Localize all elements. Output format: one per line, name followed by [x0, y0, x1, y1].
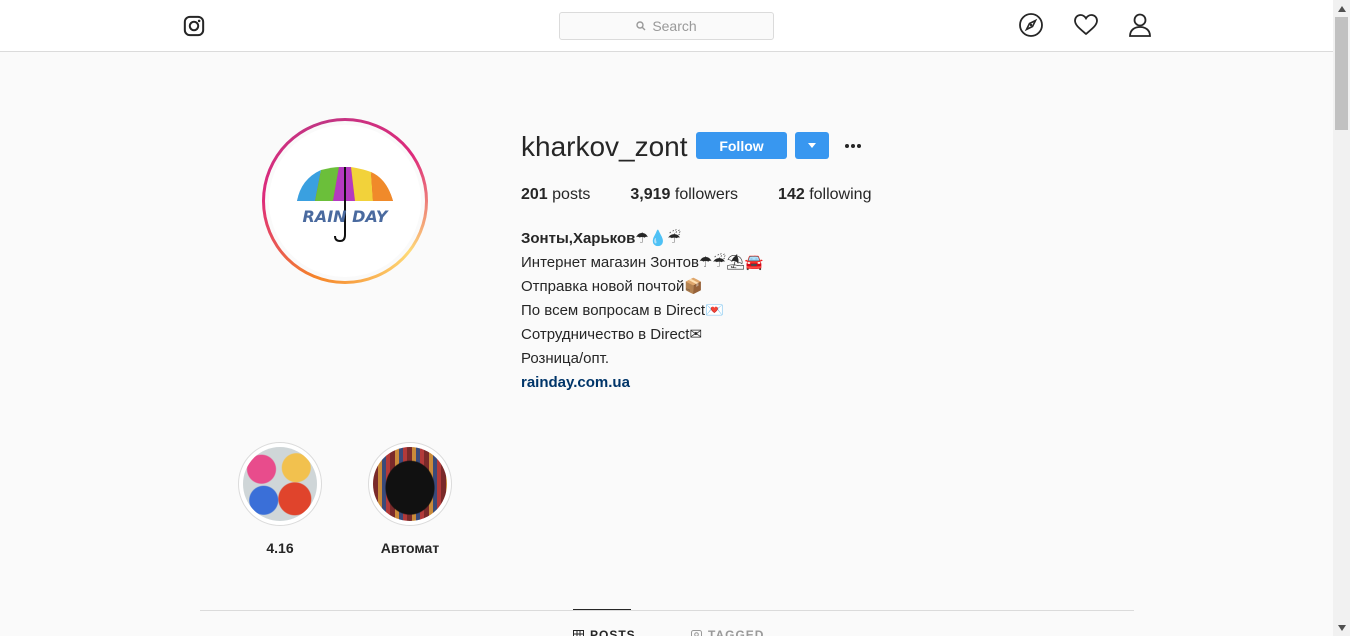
dot-icon: [851, 144, 855, 148]
highlight-label: Автомат: [380, 540, 440, 556]
story-highlight[interactable]: 4.16: [230, 442, 330, 556]
grid-icon: [573, 629, 584, 636]
profile-stats: 201 posts 3,919 followers 142 following: [521, 186, 911, 204]
posts-count: 201 posts: [521, 186, 591, 203]
follow-button[interactable]: Follow: [696, 132, 787, 159]
caret-down-icon: [808, 143, 816, 148]
profile-username: kharkov_zont: [521, 131, 688, 162]
instagram-logo-icon[interactable]: [183, 15, 205, 37]
followers-count[interactable]: 3,919 followers: [630, 186, 738, 204]
bio-line: Сотрудничество в Direct✉: [521, 326, 703, 343]
active-tab-indicator: [573, 609, 631, 610]
tab-tagged-label: TAGGED: [708, 628, 765, 636]
tab-tagged[interactable]: TAGGED: [691, 628, 764, 636]
tagged-user-icon: [691, 629, 702, 636]
bio-line: Розница/опт.: [521, 350, 610, 367]
highlight-cover-black-umbrella: [373, 447, 447, 521]
tab-posts[interactable]: POSTS: [573, 628, 636, 636]
search-icon: [636, 21, 646, 31]
dot-icon: [857, 144, 861, 148]
scroll-up-arrow-icon[interactable]: [1333, 0, 1350, 17]
highlight-cover-umbrellas: [243, 447, 317, 521]
dot-icon: [845, 144, 849, 148]
bio-line: По всем вопросам в Direct💌: [521, 302, 724, 319]
scroll-down-arrow-icon[interactable]: [1333, 619, 1350, 636]
tab-posts-label: POSTS: [590, 628, 636, 636]
highlight-label: 4.16: [266, 540, 294, 556]
profile-avatar[interactable]: RAIN DAY: [262, 118, 428, 284]
search-placeholder: Search: [652, 18, 697, 34]
bio-website-link[interactable]: rainday.com.ua: [521, 371, 764, 395]
suggested-accounts-dropdown-button[interactable]: [795, 132, 829, 159]
search-input[interactable]: Search: [559, 12, 774, 40]
tabs-divider: [200, 610, 1134, 611]
logo-text: RAIN DAY: [302, 207, 388, 226]
top-nav-bar: Search: [0, 0, 1333, 52]
profile-bio: Зонты,Харьков☂💧☔ Интернет магазин Зонтов…: [521, 227, 764, 395]
bio-line: Отправка новой почтой📦: [521, 278, 704, 295]
following-count[interactable]: 142 following: [778, 186, 871, 204]
explore-compass-icon[interactable]: [1018, 12, 1044, 38]
rain-day-logo: RAIN DAY: [269, 125, 421, 277]
heart-icon[interactable]: [1073, 12, 1099, 38]
bio-line: Интернет магазин Зонтов☂☔⛱🚘: [521, 254, 764, 271]
profile-user-icon[interactable]: [1127, 12, 1153, 38]
story-highlight[interactable]: Автомат: [360, 442, 460, 556]
bio-name: Зонты,Харьков☂💧☔: [521, 230, 681, 247]
page-scrollbar[interactable]: [1333, 0, 1350, 636]
more-options-button[interactable]: [843, 136, 863, 156]
scrollbar-thumb[interactable]: [1335, 17, 1348, 130]
